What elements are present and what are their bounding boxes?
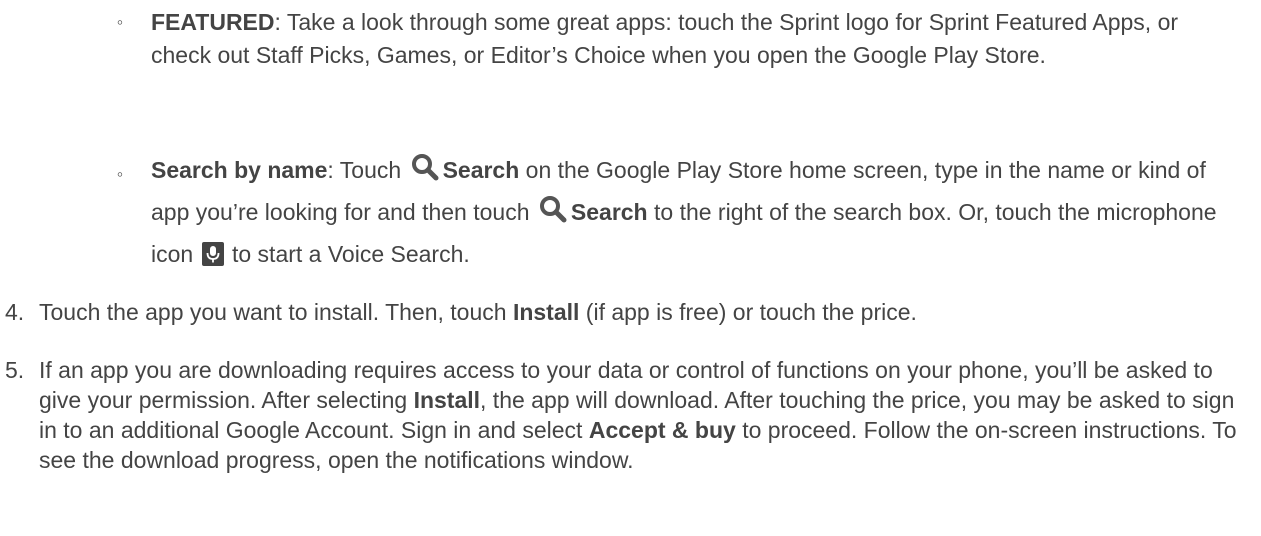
term-search-by-name: Search by name xyxy=(151,157,328,183)
install-label: Install xyxy=(512,299,580,325)
hollow-bullet: ◦ xyxy=(116,164,124,184)
step-number: 5. xyxy=(5,357,25,383)
list-item-featured: ◦ FEATURED: Take a look through some gre… xyxy=(117,6,1241,72)
accept-and-buy-label: Accept & buy xyxy=(588,417,736,443)
search-text-d: to start a Voice Search. xyxy=(225,241,470,267)
search-label: Search xyxy=(570,199,648,225)
install-label: Install xyxy=(413,387,481,413)
search-icon xyxy=(411,154,439,181)
search-icon xyxy=(539,196,567,223)
step4-text-b: (if app is free) or touch the price. xyxy=(579,299,917,325)
microphone-icon xyxy=(201,242,224,266)
hollow-bullet: ◦ xyxy=(116,12,124,32)
search-text-a: : Touch xyxy=(327,157,408,183)
list-item-search-by-name: ◦ Search by name: Touch Search on the Go… xyxy=(117,149,1241,275)
step4-text-a: Touch the app you want to install. Then,… xyxy=(39,299,513,325)
search-label: Search xyxy=(442,157,520,183)
list-item-step-5: 5. If an app you are downloading require… xyxy=(5,355,1239,475)
list-item-step-4: 4. Touch the app you want to install. Th… xyxy=(5,297,1239,328)
document-page: ◦ FEATURED: Take a look through some gre… xyxy=(0,0,1261,536)
featured-description: : Take a look through some great apps: t… xyxy=(151,9,1179,68)
step-number: 4. xyxy=(5,299,25,325)
term-featured: FEATURED xyxy=(151,9,275,35)
